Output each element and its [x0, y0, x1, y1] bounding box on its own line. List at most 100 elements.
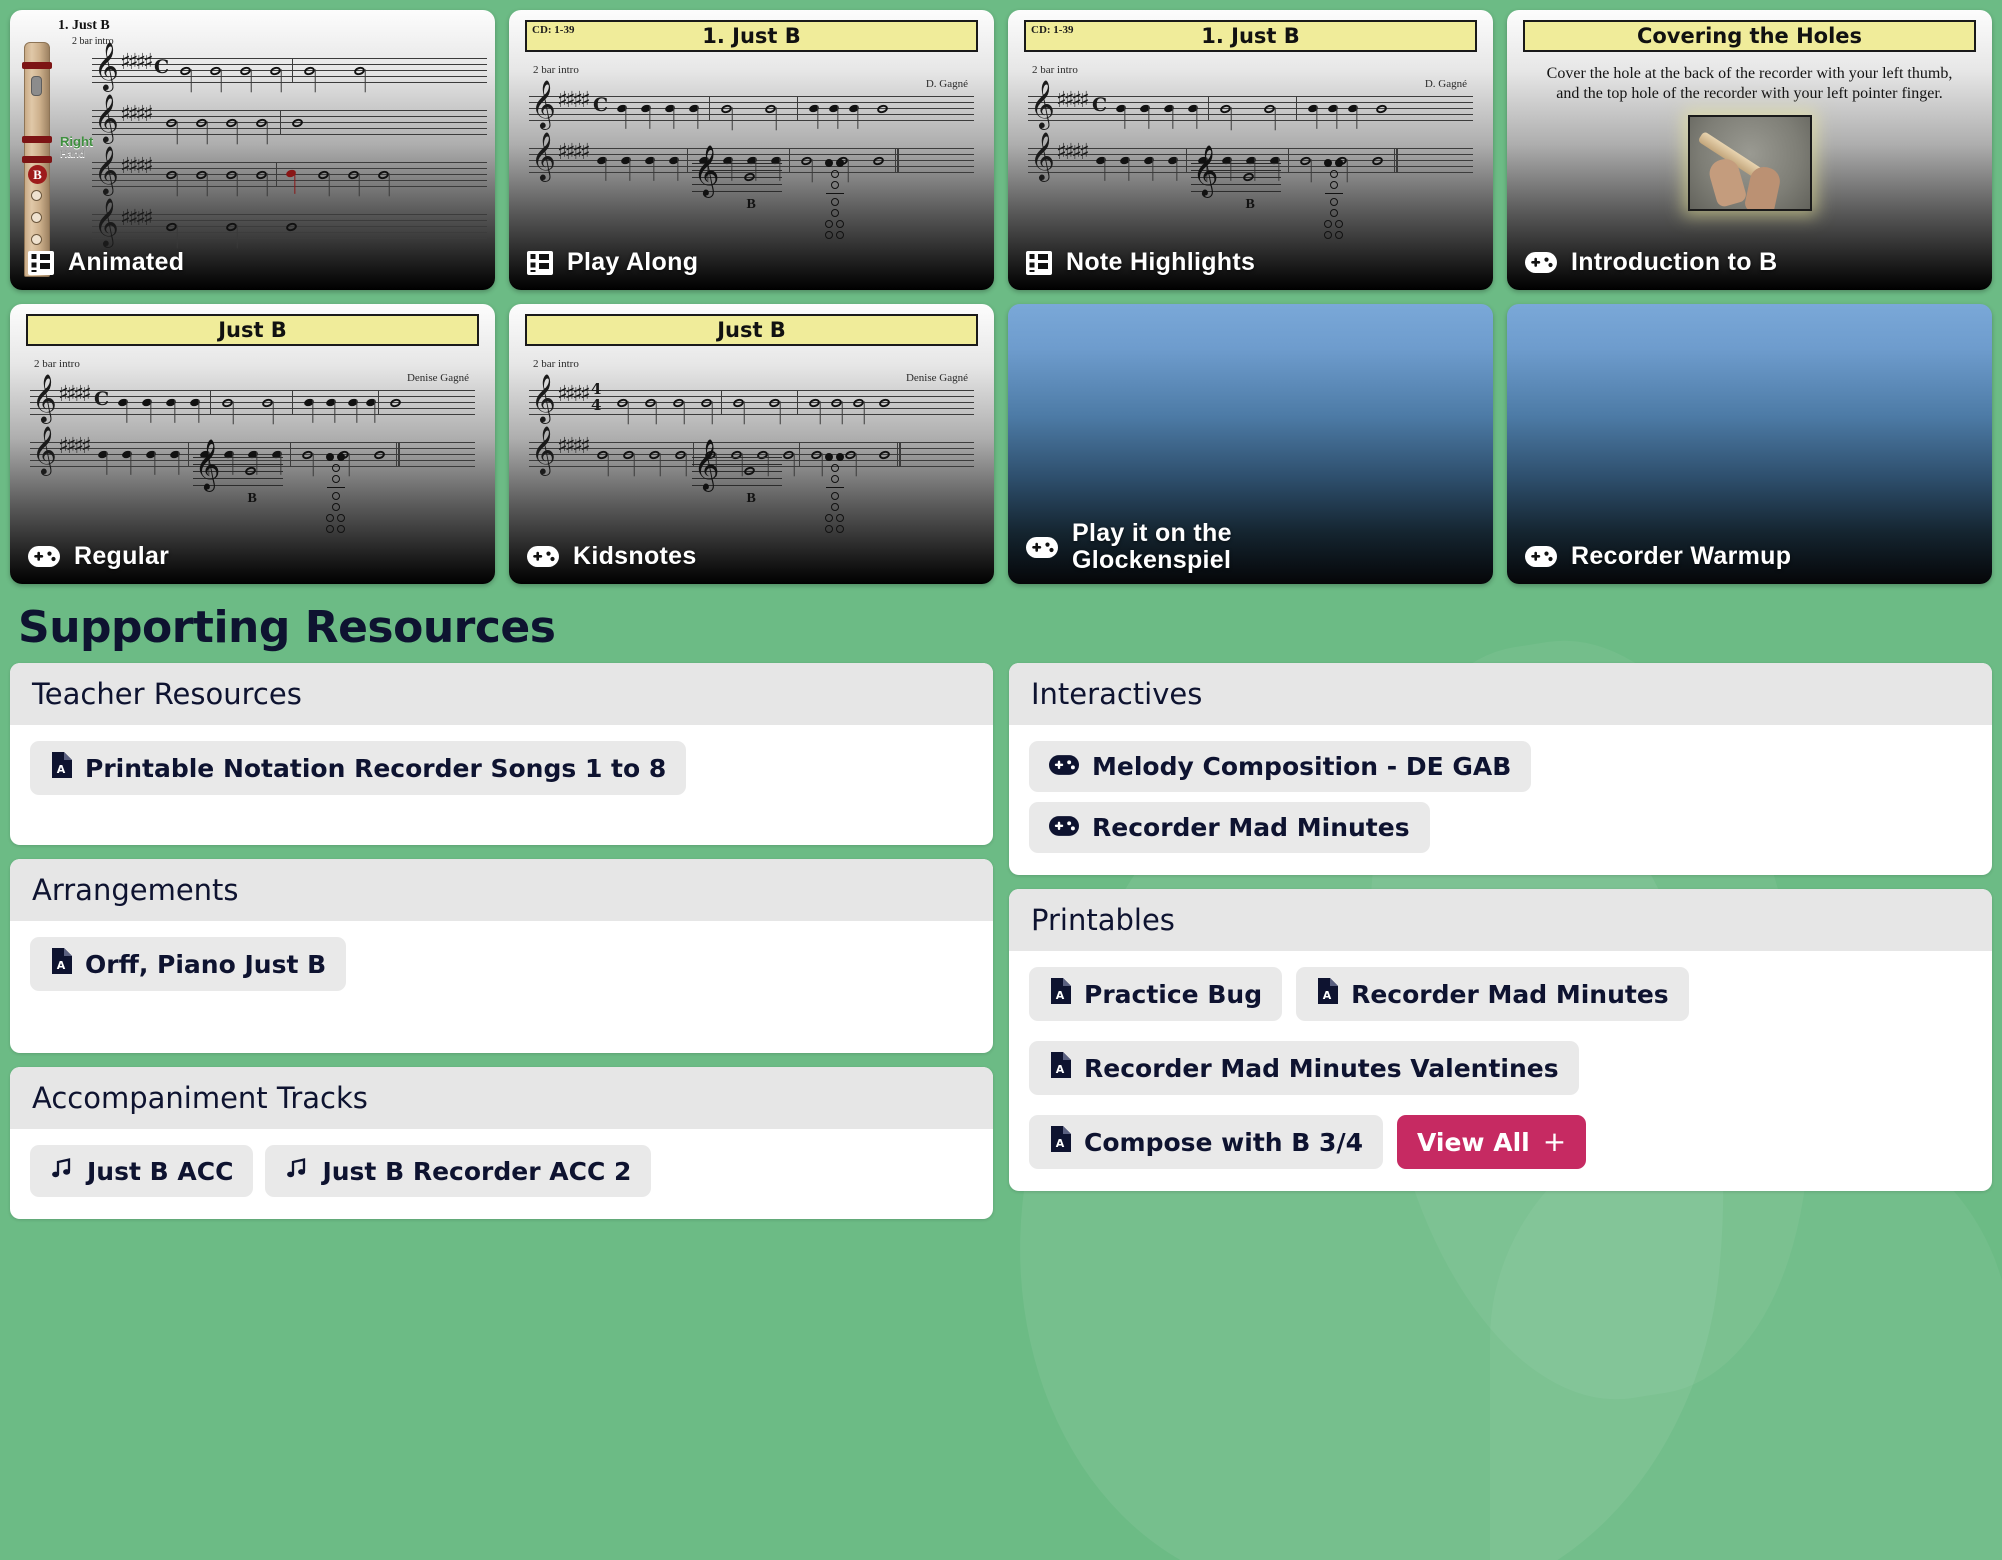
music-note-icon	[50, 1156, 74, 1186]
panel-printables: Printables A Practice Bug A Recorder Mad…	[1009, 889, 1992, 1191]
film-icon	[28, 250, 54, 275]
resource-chip-recorder-mad-minutes-interactive[interactable]: Recorder Mad Minutes	[1029, 802, 1430, 853]
note-name-label: B	[1245, 197, 1255, 212]
card-label-text-line2: Glockenspiel	[1072, 546, 1232, 574]
mini-staff: 𝄞 B	[691, 443, 782, 506]
media-card-grid: B Right Hand 1. Just B 2 bar intro 𝄞 ♯♯♯♯ …	[10, 10, 1992, 584]
resource-chip-recorder-mad-minutes-pdf[interactable]: A Recorder Mad Minutes	[1296, 967, 1689, 1021]
panel-accompaniment-tracks: Accompaniment Tracks Just B ACC Just B R…	[10, 1067, 993, 1219]
pdf-icon: A	[50, 752, 72, 784]
panel-title: Teacher Resources	[10, 663, 993, 725]
card-kidsnotes[interactable]: Just B 2 bar intro Denise Gagné 𝄞 ♯♯♯♯ 44	[509, 304, 994, 584]
card-label-text: Animated	[68, 248, 185, 276]
recorder-note-marker: B	[28, 165, 47, 184]
staff-line: 𝄞 ♯♯♯♯ C	[1028, 83, 1473, 132]
note-name-label: B	[247, 491, 257, 506]
staff-line: 𝄞 ♯♯♯♯	[92, 201, 487, 250]
resource-chip-compose-with-b-3-4[interactable]: A Compose with B 3/4	[1029, 1115, 1383, 1169]
gamepad-icon	[1049, 813, 1079, 842]
card-regular[interactable]: Just B 2 bar intro Denise Gagné 𝄞♯♯♯♯ C	[10, 304, 495, 584]
card-title-bar: Just B	[525, 314, 978, 346]
fingering-block: 𝄞 B	[691, 149, 848, 242]
composer-credit: Denise Gagné	[406, 372, 469, 384]
card-label-text: Play Along	[567, 248, 699, 276]
gamepad-icon	[1525, 546, 1557, 567]
card-title-bar: CD: 1-39 1. Just B	[525, 20, 978, 52]
supporting-left-column: Teacher Resources A Printable Notation R…	[10, 663, 993, 1219]
supporting-resources-heading: Supporting Resources	[18, 602, 556, 653]
svg-text:A: A	[1056, 1137, 1065, 1150]
resource-chip-label: Orff, Piano Just B	[85, 949, 327, 979]
resource-chip-just-b-acc[interactable]: Just B ACC	[30, 1145, 254, 1197]
mini-staff: 𝄞 B	[192, 443, 283, 506]
card-title-text: 1. Just B	[1201, 24, 1300, 48]
fingering-block: 𝄞 B	[192, 443, 349, 536]
card-animated[interactable]: B Right Hand 1. Just B 2 bar intro 𝄞 ♯♯♯♯ …	[10, 10, 495, 290]
resource-chip-recorder-mad-minutes-valentines[interactable]: A Recorder Mad Minutes Valentines	[1029, 1041, 1579, 1095]
pdf-icon: A	[1049, 1126, 1071, 1158]
resource-chip-practice-bug[interactable]: A Practice Bug	[1029, 967, 1283, 1021]
card-label-kidsnotes: Kidsnotes	[527, 543, 976, 570]
view-all-button[interactable]: View All +	[1396, 1115, 1587, 1169]
intro-note: 2 bar intro	[533, 64, 579, 76]
card-recorder-warmup[interactable]: Recorder Warmup	[1507, 304, 1992, 584]
card-label-text: Regular	[74, 542, 170, 570]
card-song-title: 1. Just B	[58, 18, 110, 33]
card-label-text: Recorder Warmup	[1571, 542, 1792, 570]
resource-chip-label: Recorder Mad Minutes Valentines	[1084, 1053, 1559, 1083]
pdf-icon: A	[1049, 1052, 1071, 1084]
staff-line: 𝄞 ♯♯♯♯ C	[92, 45, 487, 94]
gamepad-icon	[28, 546, 60, 567]
panel-body: Melody Composition - DE GAB Recorder Mad…	[1009, 725, 1992, 875]
view-all-label: View All	[1416, 1127, 1530, 1157]
film-icon	[527, 250, 553, 275]
card-title-bar: CD: 1-39 1. Just B	[1024, 20, 1477, 52]
card-note-highlights[interactable]: CD: 1-39 1. Just B 2 bar intro D. Gagné …	[1008, 10, 1493, 290]
staff-line: 𝄞 ♯♯♯♯ C	[30, 377, 475, 426]
cd-tag: CD: 1-39	[532, 24, 575, 36]
svg-text:A: A	[57, 763, 66, 776]
card-label-recorder-warmup: Recorder Warmup	[1525, 543, 1974, 570]
resource-chip-printable-notation-recorder-songs[interactable]: A Printable Notation Recorder Songs 1 to…	[30, 741, 687, 795]
resource-chip-just-b-recorder-acc-2[interactable]: Just B Recorder ACC 2	[265, 1145, 652, 1197]
card-title-bar: Covering the Holes	[1523, 20, 1976, 52]
fingering-chart	[822, 453, 848, 536]
card-introduction-to-b[interactable]: Covering the Holes Cover the hole at the…	[1507, 10, 1992, 290]
fingering-chart	[822, 159, 848, 242]
intro-note: 2 bar intro	[533, 358, 579, 370]
panel-title: Arrangements	[10, 859, 993, 921]
panel-arrangements: Arrangements A Orff, Piano Just B	[10, 859, 993, 1053]
panel-title: Accompaniment Tracks	[10, 1067, 993, 1129]
fingering-chart	[323, 453, 349, 536]
card-label-regular: Regular	[28, 543, 477, 570]
recorder-hands-photo	[1687, 114, 1812, 211]
svg-text:A: A	[1056, 989, 1065, 1002]
intro-note: 2 bar intro	[34, 358, 80, 370]
gamepad-icon	[1026, 536, 1058, 558]
resource-chip-label: Recorder Mad Minutes	[1351, 979, 1669, 1009]
composer-credit: D. Gagné	[925, 78, 968, 90]
card-label-text: Note Highlights	[1066, 248, 1256, 276]
staff-line: 𝄞 ♯♯♯♯	[92, 149, 487, 198]
svg-text:A: A	[57, 959, 66, 972]
fingering-chart	[1321, 159, 1347, 242]
resource-chip-melody-composition-de-gab[interactable]: Melody Composition - DE GAB	[1029, 741, 1532, 792]
gamepad-icon	[527, 546, 559, 567]
card-title-text: Just B	[717, 318, 786, 342]
card-play-it-on-the-glockenspiel[interactable]: Play it on the Glockenspiel	[1008, 304, 1493, 584]
svg-text:A: A	[1056, 1063, 1065, 1076]
panel-teacher-resources: Teacher Resources A Printable Notation R…	[10, 663, 993, 845]
card-title-bar: Just B	[26, 314, 479, 346]
card-label-glockenspiel: Play it on the Glockenspiel	[1026, 520, 1475, 574]
card-play-along[interactable]: CD: 1-39 1. Just B 2 bar intro D. Gagné …	[509, 10, 994, 290]
plus-icon: +	[1542, 1125, 1567, 1158]
panel-body: A Practice Bug A Recorder Mad Minutes A	[1009, 951, 1992, 1191]
resource-chip-label: Just B Recorder ACC 2	[322, 1156, 632, 1186]
note-name-label: B	[746, 491, 756, 506]
note-name-label: B	[746, 197, 756, 212]
resource-chip-label: Compose with B 3/4	[1084, 1127, 1363, 1157]
resource-chip-label: Practice Bug	[1084, 979, 1263, 1009]
panel-title: Printables	[1009, 889, 1992, 951]
supporting-right-column: Interactives Melody Composition - DE GAB…	[1009, 663, 1992, 1191]
resource-chip-orff-piano-just-b[interactable]: A Orff, Piano Just B	[30, 937, 347, 991]
